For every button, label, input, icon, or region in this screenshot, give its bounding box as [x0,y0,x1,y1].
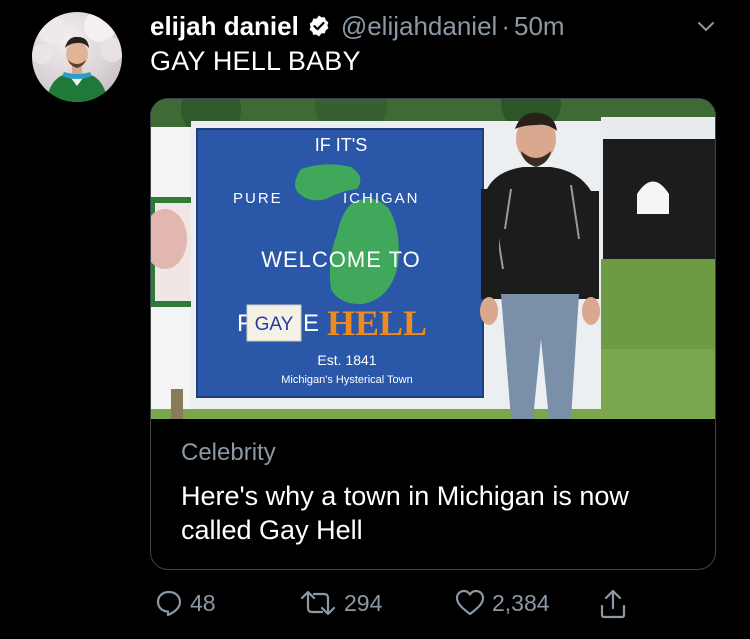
tweet-header: elijah daniel @elijahdaniel · 50m [150,8,730,44]
share-button[interactable] [598,588,634,620]
author-avatar[interactable] [32,12,122,102]
sign-pure: PURE [233,190,283,207]
retweet-button[interactable]: 294 [298,588,382,618]
sign-gay: GAY [255,314,294,335]
author-handle[interactable]: @elijahdaniel [341,11,498,42]
avatar-photo [32,12,122,102]
author-name[interactable]: elijah daniel [150,11,299,42]
reply-button[interactable]: 48 [154,588,216,618]
link-card[interactable]: IF IT'S PURE ICHIGAN WELCOME TO F GAY E … [150,98,716,570]
tweet-actions: 48 294 2,384 [150,588,750,622]
like-count: 2,384 [492,589,550,616]
like-button[interactable]: 2,384 [454,588,550,618]
heart-icon [455,589,485,616]
tweet-timestamp[interactable]: 50m [514,11,565,42]
sign-hell: HELL [327,303,427,343]
sign-michigan: ICHIGAN [343,190,420,207]
sign-est: Est. 1841 [317,352,376,368]
sign-line1: IF IT'S [315,135,367,155]
share-icon [600,589,626,619]
reply-count: 48 [190,589,216,616]
card-category: Celebrity [181,439,276,466]
separator-dot: · [501,10,510,41]
reply-icon [156,590,182,617]
card-image: IF IT'S PURE ICHIGAN WELCOME TO F GAY E … [151,99,715,419]
sign-the-end: E [303,310,319,337]
sign-welcome: WELCOME TO [261,247,421,272]
chevron-down-icon[interactable] [694,14,718,38]
retweet-count: 294 [344,589,383,616]
sign-tagline: Michigan's Hysterical Town [281,374,413,386]
card-title[interactable]: Here's why a town in Michigan is now cal… [181,479,681,547]
retweet-icon [300,590,336,616]
tweet-text: GAY HELL BABY [150,46,361,76]
verified-badge-icon [307,14,331,38]
